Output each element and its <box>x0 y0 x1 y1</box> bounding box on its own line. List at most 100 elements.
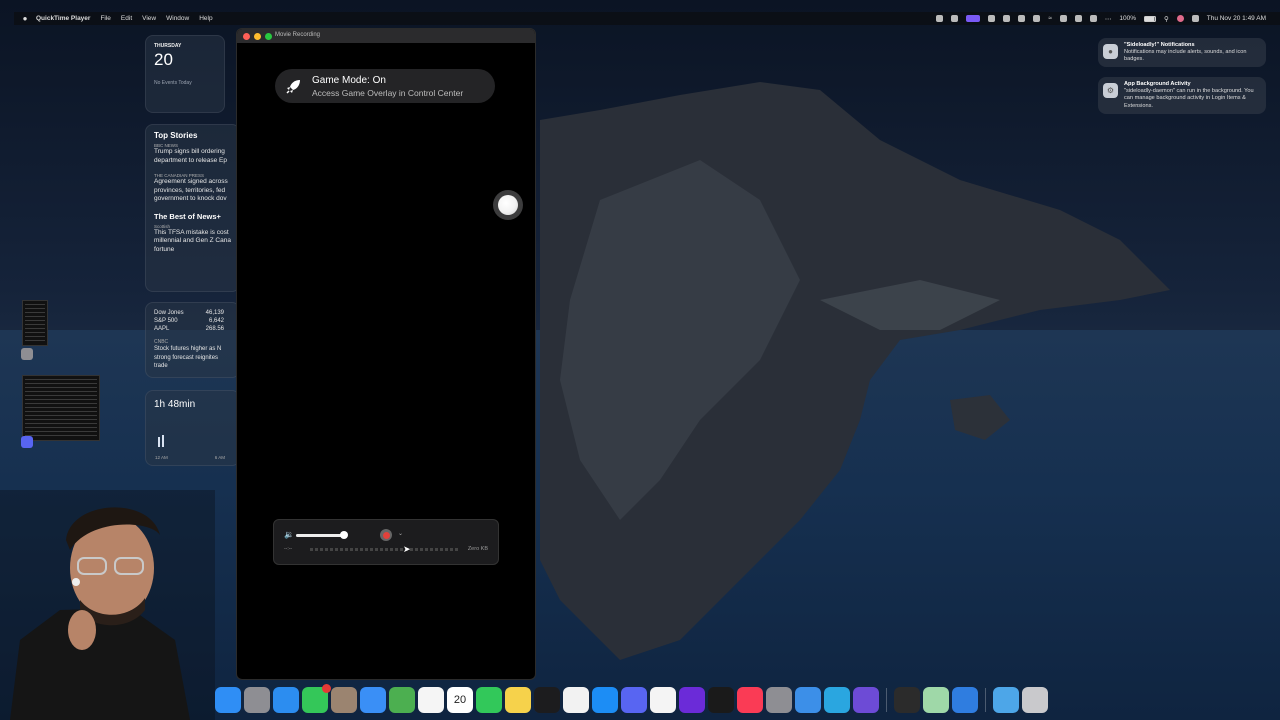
menu-view[interactable]: View <box>142 15 156 22</box>
finder-icon[interactable] <box>215 687 241 713</box>
quicktime-icon[interactable] <box>952 687 978 713</box>
menu-bar-clock[interactable]: Thu Nov 20 1:49 AM <box>1207 15 1266 22</box>
options-chevron-icon[interactable]: ⌄ <box>398 530 403 537</box>
clock-status-icon[interactable] <box>1074 15 1082 22</box>
user-avatar-icon[interactable] <box>1176 15 1184 22</box>
status-icon-dots[interactable]: ⋯ <box>1105 15 1112 23</box>
notification-background-activity[interactable]: ⚙ App Background Activity "sideloadly-da… <box>1098 77 1266 114</box>
stocks-widget[interactable]: Dow Jones 46,139 S&P 500 6,642 AAPL 268.56 … <box>145 302 240 378</box>
appletv-icon[interactable] <box>534 687 560 713</box>
arc-icon[interactable] <box>679 687 705 713</box>
volume-slider-knob[interactable] <box>340 531 348 539</box>
stage-manager-window-thumbnail[interactable] <box>22 375 100 441</box>
desktop: ● QuickTime Player File Edit View Window… <box>0 0 1280 720</box>
activity-monitor-icon[interactable] <box>894 687 920 713</box>
stocks-headline[interactable]: strong forecast reignites <box>154 354 231 363</box>
chrome-icon[interactable] <box>650 687 676 713</box>
settings-icon[interactable] <box>766 687 792 713</box>
rocket-icon <box>284 77 304 95</box>
game-mode-notification[interactable]: Game Mode: On Access Game Overlay in Con… <box>275 69 495 103</box>
notification-sideloadly[interactable]: ● "Sideloadly!" Notifications Notificati… <box>1098 38 1266 67</box>
imovie-icon[interactable] <box>853 687 879 713</box>
volume-icon[interactable]: 🔉 <box>284 530 294 539</box>
maps-icon[interactable] <box>389 687 415 713</box>
facetime-icon[interactable] <box>476 687 502 713</box>
menu-help[interactable]: Help <box>199 15 212 22</box>
menu-window[interactable]: Window <box>166 15 189 22</box>
news-headline[interactable]: Agreement signed across <box>154 178 231 187</box>
news-headline[interactable]: Trump signs bill ordering <box>154 148 231 157</box>
news-headline[interactable]: government to knock dov <box>154 195 231 204</box>
news-widget[interactable]: Top Stories BBC NEWS Trump signs bill or… <box>145 124 240 292</box>
audio-level-meter <box>310 548 460 551</box>
status-icon-gear[interactable] <box>1033 15 1041 22</box>
battery-icon[interactable] <box>1143 15 1156 22</box>
battery-percent: 100% <box>1119 15 1136 22</box>
news-headline[interactable]: provinces, territories, fed <box>154 187 231 196</box>
status-icon-display[interactable] <box>1003 15 1011 22</box>
news-headline[interactable]: millennial and Gen Z Cana <box>154 237 231 246</box>
status-icon-puzzle[interactable] <box>1018 15 1026 22</box>
dock-separator <box>985 688 986 712</box>
reminders-icon[interactable] <box>563 687 589 713</box>
notification-badge <box>322 684 331 693</box>
recording-controls: 🔉 ⌄ --:-- Zero KB <box>273 519 499 565</box>
calendar-icon[interactable]: 20 <box>447 687 473 713</box>
calendar-weekday: THURSDAY <box>154 43 182 49</box>
minimize-button[interactable] <box>254 32 261 40</box>
appstore-icon[interactable] <box>592 687 618 713</box>
calendar-widget[interactable]: THURSDAY 20 No Events Today <box>145 35 225 113</box>
messages-icon[interactable] <box>302 684 331 713</box>
downloads-folder-icon[interactable] <box>993 687 1019 713</box>
bluetooth-icon[interactable] <box>1059 15 1067 22</box>
notification-body: Notifications may include alerts, sounds… <box>1124 49 1247 63</box>
screen-time-axis: 12 AM 6 AM <box>155 455 225 460</box>
stock-row: Dow Jones 46,139 <box>154 310 224 316</box>
cursor-app-icon[interactable] <box>708 687 734 713</box>
status-icon-headphones[interactable] <box>951 15 959 22</box>
music-icon[interactable] <box>737 687 763 713</box>
trash-icon[interactable] <box>1022 687 1048 713</box>
app-menu[interactable]: QuickTime Player <box>36 15 90 22</box>
record-button[interactable] <box>380 529 392 541</box>
volume-slider[interactable] <box>296 534 346 537</box>
news-section-title: The Best of News+ <box>154 211 221 221</box>
discord-icon[interactable] <box>621 687 647 713</box>
zoom-button[interactable] <box>265 32 272 40</box>
stocks-headline[interactable]: Stock futures higher as N <box>154 345 231 354</box>
assistive-touch-button[interactable] <box>493 190 523 220</box>
mail-icon[interactable] <box>360 687 386 713</box>
control-center-icon[interactable] <box>1191 15 1199 22</box>
contacts-icon[interactable] <box>331 687 357 713</box>
screen-time-bars <box>158 435 164 447</box>
screen-time-total: 1h 48min <box>154 399 196 410</box>
stage-manager-window-thumbnail[interactable] <box>22 300 48 346</box>
sideloadly-icon[interactable] <box>923 687 949 713</box>
news-headline[interactable]: This TFSA mistake is cost <box>154 229 231 238</box>
window-titlebar[interactable]: Movie Recording <box>237 29 535 43</box>
news-headline[interactable]: department to release Ep <box>154 157 231 166</box>
safari-icon[interactable] <box>273 687 299 713</box>
photos-icon[interactable] <box>418 687 444 713</box>
notes-icon[interactable] <box>505 687 531 713</box>
status-icon-app[interactable] <box>988 15 996 22</box>
status-icon-record[interactable] <box>936 15 944 22</box>
calendar-events: No Events Today <box>154 80 192 86</box>
news-headline[interactable]: fortune <box>154 246 231 255</box>
stocks-headline[interactable]: trade <box>154 362 231 371</box>
status-icon-game-mode[interactable] <box>966 15 981 22</box>
status-icon-box[interactable] <box>1089 15 1097 22</box>
launchpad-icon[interactable] <box>244 687 270 713</box>
menu-edit[interactable]: Edit <box>121 15 132 22</box>
settings-icon <box>21 348 33 360</box>
screen-time-widget[interactable]: 1h 48min 12 AM 6 AM <box>145 390 240 466</box>
klack-icon[interactable] <box>824 687 850 713</box>
menu-file[interactable]: File <box>100 15 110 22</box>
wifi-icon[interactable]: ≈ <box>1048 15 1052 22</box>
sideloadly-app-icon: ● <box>1103 44 1118 59</box>
weather-icon[interactable] <box>795 687 821 713</box>
apple-menu-icon[interactable]: ● <box>14 14 36 23</box>
spotlight-search-icon[interactable]: ⚲ <box>1164 15 1169 23</box>
close-button[interactable] <box>243 32 250 40</box>
webcam-overlay <box>0 490 215 720</box>
